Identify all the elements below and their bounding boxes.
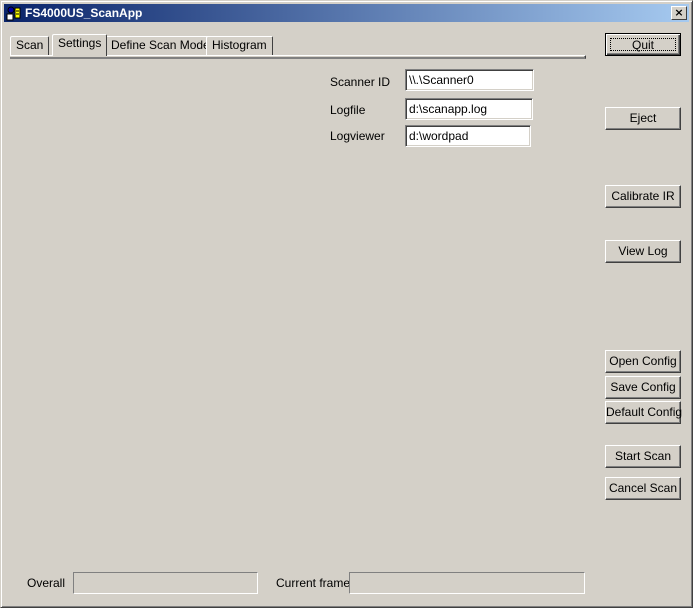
logviewer-label: Logviewer — [330, 129, 385, 143]
tab-label: Define Scan Mode — [111, 38, 210, 52]
current-frame-progress-bar — [349, 572, 585, 594]
tab-histogram[interactable]: Histogram — [206, 36, 273, 55]
close-icon: × — [674, 6, 684, 19]
logfile-input[interactable]: d:\scanapp.log — [405, 98, 533, 120]
app-window: FS4000US_ScanApp × Scan Settings Define … — [0, 0, 693, 608]
logfile-label: Logfile — [330, 103, 366, 117]
tab-label: Scan — [16, 38, 44, 52]
save-config-button[interactable]: Save Config — [605, 376, 681, 399]
logviewer-input[interactable]: d:\wordpad — [405, 125, 531, 147]
quit-button[interactable]: Quit — [605, 33, 681, 56]
title-bar[interactable]: FS4000US_ScanApp × — [4, 4, 689, 22]
default-config-button[interactable]: Default Config — [605, 401, 682, 424]
tab-label: Histogram — [212, 38, 267, 52]
tab-define-scan-mode[interactable]: Define Scan Mode — [105, 36, 216, 55]
tab-label: Settings — [58, 36, 102, 50]
overall-label: Overall — [27, 576, 66, 590]
start-scan-button[interactable]: Start Scan — [605, 445, 681, 468]
cancel-scan-button[interactable]: Cancel Scan — [605, 477, 681, 500]
eject-button[interactable]: Eject — [605, 107, 681, 130]
quit-button-label: Quit — [610, 38, 676, 51]
open-config-button[interactable]: Open Config — [605, 350, 681, 373]
current-frame-label: Current frame — [276, 576, 351, 590]
close-button[interactable]: × — [671, 6, 687, 20]
tab-scan[interactable]: Scan — [10, 36, 50, 55]
scanner-id-input[interactable]: \\.\Scanner0 — [405, 69, 534, 91]
view-log-button[interactable]: View Log — [605, 240, 681, 263]
overall-progress-bar — [73, 572, 258, 594]
calibrate-ir-button[interactable]: Calibrate IR — [605, 185, 681, 208]
app-icon — [6, 5, 22, 21]
scanner-id-label: Scanner ID — [330, 75, 391, 89]
tab-settings[interactable]: Settings — [52, 34, 108, 56]
window-title: FS4000US_ScanApp — [25, 6, 143, 20]
